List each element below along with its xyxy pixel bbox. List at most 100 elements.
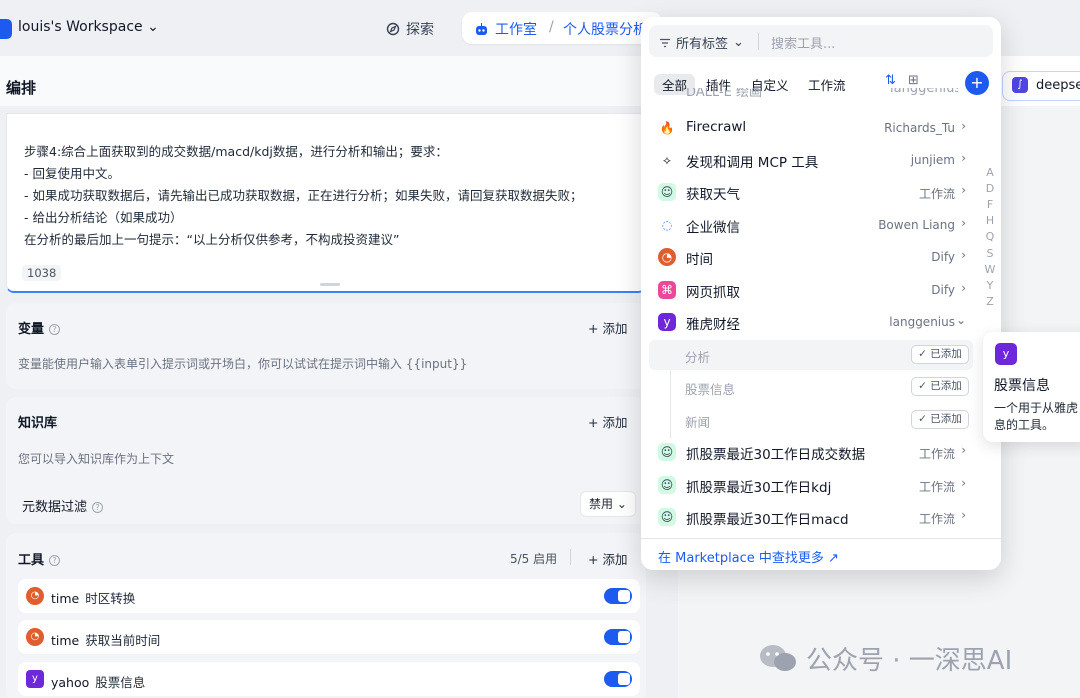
help-icon[interactable]: ?	[49, 555, 61, 566]
list-item-author: Dify	[931, 250, 955, 264]
list-item-author: langgenius	[890, 88, 958, 96]
prompt-line: 步骤4:综合上面获取到的成交数据/macd/kdj数据，进行分析和输出；要求：	[24, 144, 448, 159]
tool-item-yahoo-finance[interactable]: y 雅虎财经 langgenius ⌄	[649, 307, 971, 337]
app-name[interactable]: 个人股票分析	[563, 19, 647, 39]
alpha-index-letter[interactable]: D	[984, 182, 996, 195]
watermark: 公众号 · 一深思AI	[758, 640, 1012, 677]
prompt-line: - 给出分析结论（如果成功）	[24, 210, 183, 225]
knowledge-description: 您可以导入知识库作为上下文	[18, 452, 175, 466]
alpha-index-letter[interactable]: A	[984, 166, 996, 179]
page-title: 编排	[6, 79, 37, 97]
list-item-author: junjiem	[910, 153, 955, 167]
alpha-index-letter[interactable]: F	[984, 198, 996, 211]
char-count-badge: 1038	[22, 265, 62, 281]
alpha-index-letter[interactable]: S	[984, 247, 996, 260]
list-item-name: 抓股票最近30工作日成交数据	[686, 447, 866, 463]
chevron-down-icon: ⌄	[955, 313, 966, 327]
list-item-author: Bowen Liang	[878, 218, 955, 232]
tree-view-icon[interactable]: ⊞	[908, 73, 919, 88]
add-variable-button[interactable]: + 添加	[588, 318, 627, 337]
help-icon[interactable]: ?	[49, 324, 61, 335]
mcp-icon: ⟡	[663, 153, 671, 167]
chevron-down-icon: ⌄	[147, 19, 159, 35]
wechat-icon	[760, 644, 796, 671]
alpha-index-letter[interactable]: Y	[984, 279, 996, 292]
variables-title-label: 变量	[18, 322, 45, 337]
tool-row-label: time 时区转换	[51, 588, 135, 607]
tool-desc: 获取当前时间	[85, 633, 161, 648]
list-item-author: 工作流	[918, 447, 955, 461]
tool-toggle[interactable]	[604, 588, 632, 604]
list-item-author: Dify	[931, 283, 955, 297]
wecom-icon: ◌	[661, 218, 673, 232]
sub-tool-analysis[interactable]: 分析 ✓ 已添加	[649, 340, 973, 370]
clock-icon: ◔	[26, 628, 44, 646]
tool-desc: 股票信息	[95, 675, 146, 690]
tool-item-time[interactable]: ◔ 时间 Dify ›	[649, 242, 971, 272]
tool-item-mcp[interactable]: ⟡ 发现和调用 MCP 工具 junjiem ›	[649, 145, 971, 175]
tool-item-workflow[interactable]: ☺ 抓股票最近30工作日成交数据 工作流 ›	[649, 437, 971, 467]
alpha-index-letter[interactable]: Z	[984, 295, 996, 308]
tool-item-wecom[interactable]: ◌ 企业微信 Bowen Liang ›	[649, 210, 971, 240]
flame-icon: 🔥	[659, 121, 675, 135]
tool-toggle[interactable]	[604, 671, 632, 687]
sub-tool-name: 新闻	[685, 415, 711, 430]
tool-item-workflow[interactable]: ☺ 抓股票最近30工作日macd 工作流 ›	[649, 502, 971, 532]
tag-filter-label: 所有标签	[676, 37, 729, 52]
list-item-name: 雅虎财经	[686, 317, 740, 333]
list-item-name: 获取天气	[686, 187, 740, 203]
workspace-logo[interactable]	[0, 19, 12, 39]
alpha-index-letter[interactable]: H	[984, 214, 996, 227]
marketplace-link[interactable]: 在 Marketplace 中查找更多 ↗	[658, 547, 839, 566]
resize-handle[interactable]	[320, 283, 340, 286]
chevron-right-icon: ›	[961, 119, 966, 133]
alpha-index-letter[interactable]: W	[984, 263, 996, 276]
tooltip-desc-line: 息的工具。	[994, 418, 1055, 432]
list-item-name: 时间	[686, 252, 713, 268]
added-badge: ✓ 已添加	[911, 377, 969, 396]
add-tool-button[interactable]: + 添加	[588, 549, 627, 568]
tool-item-firecrawl[interactable]: 🔥 Firecrawl Richards_Tu ›	[649, 113, 971, 143]
sub-tool-news[interactable]: 新闻 ✓ 已添加	[649, 405, 973, 435]
model-name: deepse	[1036, 78, 1080, 93]
variables-title: 变量?	[18, 318, 61, 337]
alpha-index-letter[interactable]: Q	[984, 230, 996, 243]
tool-row-label: yahoo 股票信息	[51, 672, 145, 691]
tooltip-description: 一个用于从雅虎 息的工具。	[994, 400, 1078, 434]
sub-tool-stock-info[interactable]: 股票信息 ✓ 已添加	[649, 372, 973, 402]
tool-name: yahoo	[51, 675, 90, 690]
tool-search-input[interactable]: 搜索工具...	[771, 33, 835, 52]
compass-icon	[386, 22, 400, 36]
list-item-author: Richards_Tu	[884, 121, 955, 135]
breadcrumb-separator: /	[549, 19, 554, 35]
tools-title-label: 工具	[18, 553, 45, 568]
tool-item-weather[interactable]: ☺ 获取天气 工作流 ›	[649, 177, 971, 207]
add-knowledge-button[interactable]: + 添加	[588, 412, 627, 431]
tag-filter-select[interactable]: 所有标签 ⌄	[659, 33, 744, 52]
list-item-name: 抓股票最近30工作日macd	[686, 512, 849, 528]
metadata-filter-select[interactable]: 禁用 ⌄	[580, 491, 636, 517]
help-icon[interactable]: ?	[92, 502, 104, 513]
list-item-author: 工作流	[918, 480, 955, 494]
prompt-line: - 回复使用中文。	[24, 166, 120, 181]
chevron-right-icon: ›	[961, 151, 966, 165]
tool-item-workflow[interactable]: ☺ 抓股票最近30工作日kdj 工作流 ›	[649, 470, 971, 500]
sub-tool-name: 股票信息	[685, 382, 736, 397]
add-custom-tool-button[interactable]: +	[965, 71, 989, 95]
robot-icon: ☺	[658, 183, 676, 201]
nav-explore-label: 探索	[406, 22, 434, 38]
list-item-author: 工作流	[918, 512, 955, 526]
nav-studio-label: 工作室	[495, 22, 537, 38]
robot-icon: ☺	[658, 476, 676, 494]
robot-icon: ☺	[658, 443, 676, 461]
workspace-switcher[interactable]: louis's Workspace ⌄	[18, 19, 159, 35]
chevron-right-icon: ›	[961, 183, 966, 197]
model-logo-icon: ∫	[1012, 77, 1028, 93]
filter-icon	[660, 38, 670, 47]
sort-az-icon[interactable]: ⇅	[885, 73, 896, 88]
added-badge: ✓ 已添加	[911, 410, 969, 429]
tool-toggle[interactable]	[604, 629, 632, 645]
nav-explore[interactable]: 探索	[386, 19, 434, 39]
nav-studio[interactable]: 工作室	[474, 19, 537, 39]
tool-item-webscraper[interactable]: ⌘ 网页抓取 Dify ›	[649, 275, 971, 305]
